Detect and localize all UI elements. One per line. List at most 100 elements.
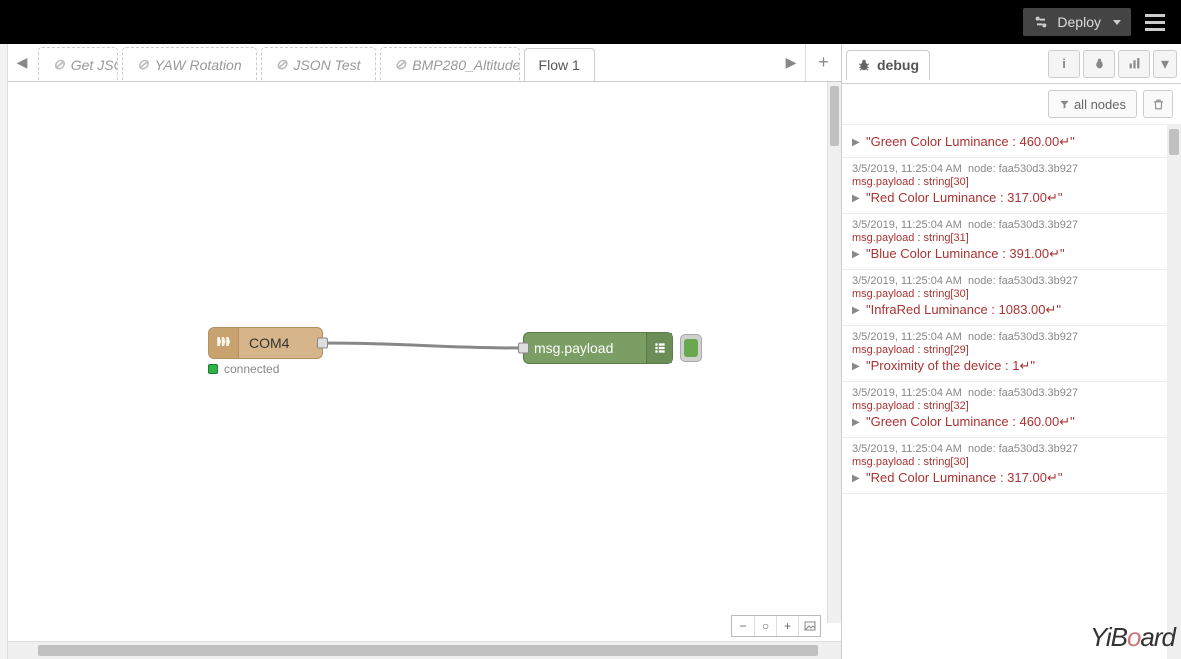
- tab-yaw-rotation[interactable]: ⊘ YAW Rotation: [122, 47, 257, 81]
- expand-caret-icon[interactable]: ▶: [852, 305, 862, 316]
- debug-msg-payload[interactable]: ▶"Red Color Luminance : 317.00↵": [852, 470, 1173, 486]
- disabled-icon: ⊘: [276, 56, 288, 73]
- debug-msg-meta: 3/5/2019, 11:25:04 AM node: faa530d3.3b9…: [852, 163, 1173, 175]
- debug-msg-payload[interactable]: ▶"Proximity of the device : 1↵": [852, 358, 1173, 374]
- canvas-scrollbar-horizontal[interactable]: [8, 641, 841, 659]
- node-status: connected: [208, 362, 279, 376]
- debug-toolbar: all nodes: [842, 84, 1181, 125]
- canvas-footer-tools: − ○ +: [731, 615, 821, 637]
- expand-caret-icon[interactable]: ▶: [852, 249, 862, 260]
- sidebar-tab-debug[interactable]: debug: [846, 50, 930, 80]
- debug-msg-topic: msg.payload : string[29]: [852, 344, 1173, 356]
- caret-down-icon: [1113, 20, 1121, 25]
- debug-msg-payload[interactable]: ▶"InfraRed Luminance : 1083.00↵": [852, 302, 1173, 318]
- sidebar-info-button[interactable]: i: [1048, 50, 1080, 78]
- node-port-output[interactable]: [317, 338, 328, 349]
- debug-msg-meta: 3/5/2019, 11:25:04 AM node: faa530d3.3b9…: [852, 387, 1173, 399]
- tab-bmp280[interactable]: ⊘ BMP280_Altitude: [380, 47, 520, 81]
- disabled-icon: ⊘: [53, 56, 65, 73]
- deploy-label: Deploy: [1057, 14, 1101, 30]
- canvas-scrollbar-vertical[interactable]: [827, 82, 841, 623]
- tab-flow-1[interactable]: Flow 1: [524, 48, 595, 81]
- node-serial-in[interactable]: COM4: [208, 327, 323, 359]
- expand-caret-icon[interactable]: ▶: [852, 417, 862, 428]
- debug-msg-payload[interactable]: ▶"Blue Color Luminance : 391.00↵": [852, 246, 1173, 262]
- menu-button[interactable]: [1141, 10, 1169, 35]
- sidebar-tab-label: debug: [877, 57, 919, 73]
- status-text: connected: [224, 362, 279, 376]
- debug-filter-button[interactable]: all nodes: [1048, 90, 1137, 118]
- sidebar-chart-button[interactable]: [1118, 50, 1150, 78]
- expand-caret-icon[interactable]: ▶: [852, 193, 862, 204]
- debug-msg-topic: msg.payload : string[30]: [852, 176, 1173, 188]
- deploy-icon: [1033, 14, 1049, 30]
- serial-icon: [209, 328, 239, 358]
- debug-msg-meta: 3/5/2019, 11:25:04 AM node: faa530d3.3b9…: [852, 219, 1173, 231]
- debug-msg-payload[interactable]: ▶"Green Color Luminance : 460.00↵": [852, 414, 1173, 430]
- tab-label: Flow 1: [539, 57, 580, 73]
- disabled-icon: ⊘: [137, 56, 149, 73]
- zoom-out-button[interactable]: −: [732, 616, 754, 636]
- tab-get-json[interactable]: ⊘ Get JSON: [38, 47, 118, 81]
- sidebar-debug-button[interactable]: [1083, 50, 1115, 78]
- debug-message[interactable]: 3/5/2019, 11:25:04 AM node: faa530d3.3b9…: [842, 438, 1181, 494]
- palette-collapsed[interactable]: [0, 44, 8, 659]
- tabs-region: ⊘ Get JSON ⊘ YAW Rotation ⊘ JSON Test ⊘ BMP2…: [36, 44, 777, 81]
- debug-msg-meta: 3/5/2019, 11:25:04 AM node: faa530d3.3b9…: [852, 331, 1173, 343]
- debug-clear-button[interactable]: [1143, 90, 1173, 118]
- debug-msg-payload[interactable]: ▶"Red Color Luminance : 317.00↵": [852, 190, 1173, 206]
- wire[interactable]: [8, 82, 841, 641]
- tab-label: BMP280_Altitude: [412, 57, 519, 73]
- tab-label: JSON Test: [293, 57, 360, 73]
- node-label: COM4: [239, 335, 299, 351]
- tab-json-test[interactable]: ⊘ JSON Test: [261, 47, 376, 81]
- debug-message[interactable]: 3/5/2019, 11:25:04 AM node: faa530d3.3b9…: [842, 158, 1181, 214]
- canvas[interactable]: COM4 connected msg.payload −: [8, 82, 841, 641]
- tab-label: Get JSON: [71, 57, 118, 73]
- node-port-input[interactable]: [518, 343, 529, 354]
- debug-message[interactable]: ▶"Green Color Luminance : 460.00↵": [842, 125, 1181, 158]
- tabs-scroll-left[interactable]: ◀: [8, 44, 36, 81]
- main-area: ◀ ⊘ Get JSON ⊘ YAW Rotation ⊘ JSON Test ⊘ BM…: [0, 44, 1181, 659]
- debug-msg-topic: msg.payload : string[32]: [852, 400, 1173, 412]
- debug-msg-meta: 3/5/2019, 11:25:04 AM node: faa530d3.3b9…: [852, 275, 1173, 287]
- debug-icon: [646, 333, 672, 363]
- status-dot-icon: [208, 364, 218, 374]
- disabled-icon: ⊘: [395, 56, 407, 73]
- workspace: ◀ ⊘ Get JSON ⊘ YAW Rotation ⊘ JSON Test ⊘ BM…: [8, 44, 841, 659]
- deploy-button[interactable]: Deploy: [1023, 8, 1131, 36]
- trash-icon: [1152, 98, 1165, 111]
- expand-caret-icon[interactable]: ▶: [852, 361, 862, 372]
- debug-scrollbar[interactable]: [1167, 125, 1181, 659]
- debug-msg-topic: msg.payload : string[30]: [852, 456, 1173, 468]
- sidebar: debug i ▾ all nodes ▶"G: [841, 44, 1181, 659]
- node-debug-toggle[interactable]: [680, 334, 702, 362]
- debug-message[interactable]: 3/5/2019, 11:25:04 AM node: faa530d3.3b9…: [842, 214, 1181, 270]
- tab-add-button[interactable]: +: [805, 44, 841, 81]
- bug-icon: [857, 58, 871, 72]
- filter-icon: [1059, 99, 1070, 110]
- watermark: YiBoard: [1090, 622, 1175, 653]
- debug-message[interactable]: 3/5/2019, 11:25:04 AM node: faa530d3.3b9…: [842, 326, 1181, 382]
- zoom-in-button[interactable]: +: [776, 616, 798, 636]
- tab-label: YAW Rotation: [155, 57, 242, 73]
- filter-label: all nodes: [1074, 97, 1126, 112]
- debug-msg-payload[interactable]: ▶"Green Color Luminance : 460.00↵": [852, 134, 1173, 150]
- tabs-scroll-right[interactable]: ▶: [777, 44, 805, 81]
- sidebar-dropdown-button[interactable]: ▾: [1153, 50, 1177, 78]
- node-label: msg.payload: [524, 340, 646, 356]
- navigator-button[interactable]: [798, 616, 820, 636]
- flow-tabs: ◀ ⊘ Get JSON ⊘ YAW Rotation ⊘ JSON Test ⊘ BM…: [8, 44, 841, 82]
- sidebar-tabs: debug i ▾: [842, 44, 1181, 84]
- debug-msg-topic: msg.payload : string[30]: [852, 288, 1173, 300]
- debug-message[interactable]: 3/5/2019, 11:25:04 AM node: faa530d3.3b9…: [842, 270, 1181, 326]
- zoom-reset-button[interactable]: ○: [754, 616, 776, 636]
- debug-msg-meta: 3/5/2019, 11:25:04 AM node: faa530d3.3b9…: [852, 443, 1173, 455]
- debug-messages[interactable]: ▶"Green Color Luminance : 460.00↵" 3/5/20…: [842, 125, 1181, 659]
- expand-caret-icon[interactable]: ▶: [852, 137, 862, 148]
- expand-caret-icon[interactable]: ▶: [852, 473, 862, 484]
- app-header: Deploy: [0, 0, 1181, 44]
- debug-message[interactable]: 3/5/2019, 11:25:04 AM node: faa530d3.3b9…: [842, 382, 1181, 438]
- debug-msg-topic: msg.payload : string[31]: [852, 232, 1173, 244]
- node-debug[interactable]: msg.payload: [523, 332, 673, 364]
